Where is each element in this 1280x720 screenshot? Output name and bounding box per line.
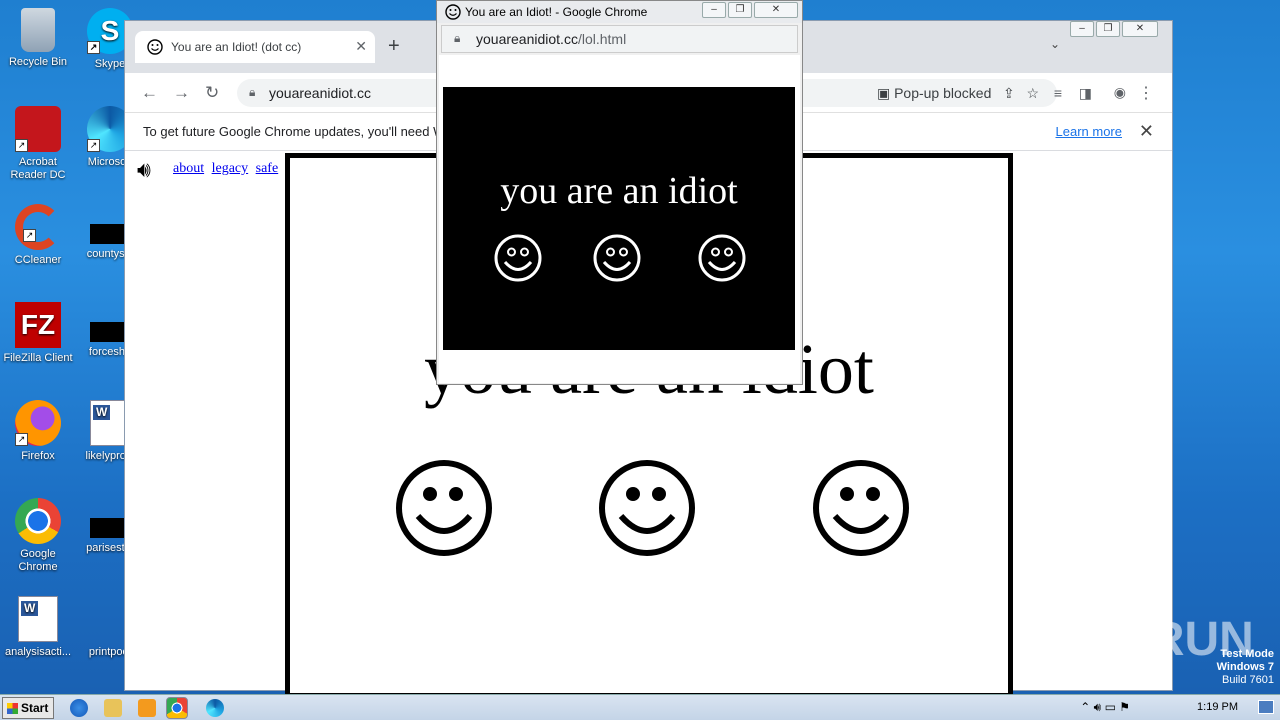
smiley-favicon-icon [147,39,163,55]
tab-close-icon[interactable]: ✕ [355,38,367,55]
media-player-icon[interactable] [138,699,156,717]
popup-idiot-text: you are an idiot [500,170,738,212]
smiley-icon [593,234,641,282]
watermark-line: Windows 7 [1216,661,1274,673]
side-panel-icon[interactable]: ◨ [1079,85,1092,102]
firefox-icon: ↗ [15,400,61,446]
lock-icon: 🔒︎ [454,31,461,45]
address-url: youareanidiot.cc [269,85,371,101]
legacy-link[interactable]: legacy [212,161,249,176]
explorer-folder-icon[interactable] [104,699,122,717]
popup-page: you are an idiot [439,55,800,383]
popup-maximize-button[interactable]: ❐ [728,2,752,18]
tab-youareanidiot[interactable]: You are an Idiot! (dot cc) ✕ [135,31,375,63]
reload-icon[interactable]: ↻ [205,83,219,103]
desktop-icon-label: Acrobat Reader DC [10,156,66,181]
show-desktop-button[interactable] [1258,700,1274,714]
smiley-icon [396,460,492,556]
desktop-icon-label: CCleaner [14,254,62,266]
popup-blocked-indicator[interactable]: ▣ Pop-up blocked ⇪ ☆ [877,85,1039,102]
infobar-close-icon[interactable]: ✕ [1139,121,1154,142]
lock-icon: 🔒︎ [249,85,256,99]
popup-title: You are an Idiot! - Google Chrome [465,5,648,19]
minimize-button[interactable]: – [1070,21,1094,37]
speaker-icon[interactable]: 🔊︎ [137,157,151,183]
desktop-icon-label: Skype [94,58,126,70]
close-window-button[interactable]: ✕ [1122,21,1158,37]
windows-logo-icon [7,703,18,714]
chrome-icon [15,498,61,544]
smiley-icon [813,460,909,556]
clock[interactable]: 1:19 PM [1197,701,1238,713]
desktop-icon-recycle-bin[interactable]: Recycle Bin [0,8,76,69]
popup-blocked-label: Pop-up blocked [894,85,992,101]
popup-minimize-button[interactable]: – [702,2,726,18]
forward-arrow-icon[interactable]: → [173,83,190,103]
desktop-icon-label: Firefox [21,450,55,462]
start-label: Start [21,701,49,715]
smiley-icon [599,460,695,556]
desktop-icon-label: FileZilla Client [3,352,73,364]
test-mode-watermark: Test Mode Windows 7 Build 7601 [1217,648,1274,687]
acrobat-icon: ↗ [15,106,61,152]
filezilla-icon: FZ [15,302,61,348]
tab-search-chevron-down-icon[interactable]: ⌄ [1050,37,1060,51]
safe-link[interactable]: safe [256,161,279,176]
edge-taskbar-icon[interactable] [206,699,224,717]
media-control-icon[interactable]: ≡ [1054,85,1062,101]
profile-avatar-icon[interactable]: ◉ [1114,84,1126,101]
desktop-icon-acrobat[interactable]: ↗ Acrobat Reader DC [0,106,76,182]
popup-address-bar[interactable]: 🔒︎ youareanidiot.cc/lol.html [441,25,798,53]
popup-close-button[interactable]: ✕ [754,2,798,18]
chrome-taskbar-icon[interactable] [166,697,188,719]
popup-url-path: /lol.html [577,31,627,47]
smiley-favicon-icon [445,4,461,20]
word-document-icon: W [18,596,58,642]
maximize-button[interactable]: ❐ [1096,21,1120,37]
desktop-icon-analysis[interactable]: W analysisacti... [0,596,76,659]
popup-black-panel: you are an idiot [443,87,795,350]
smiley-icon [494,234,542,282]
menu-kebab-icon[interactable]: ⋮ [1138,83,1154,103]
popup-window-controls: – ❐ ✕ [702,2,798,18]
desktop-icon-label: analysisacti... [4,646,72,658]
new-tab-button[interactable]: + [388,35,400,58]
watermark-line: Build 7601 [1222,674,1274,686]
desktop-icon-label: Recycle Bin [8,56,68,68]
desktop-icon-filezilla[interactable]: FZ FileZilla Client [0,302,76,365]
window-controls: – ❐ ✕ [1070,21,1158,37]
watermark-line: Test Mode [1220,648,1274,660]
start-button[interactable]: Start [2,697,54,719]
popup-url-host: youareanidiot.cc [476,31,578,47]
page-links: about legacy safe [173,161,282,177]
tray-icons[interactable]: ⌃ 🔊︎ ▭ ⚑ [1080,700,1130,715]
desktop-icon-ccleaner[interactable]: ↗ CCleaner [0,204,76,267]
popup-window: You are an Idiot! - Google Chrome – ❐ ✕ … [436,0,803,385]
ccleaner-icon: ↗ [15,204,61,250]
smiley-icon [698,234,746,282]
about-link[interactable]: about [173,161,204,176]
desktop-icon-chrome[interactable]: Google Chrome [0,498,76,574]
desktop-icon-label: Google Chrome [18,548,58,573]
desktop-icon-firefox[interactable]: ↗ Firefox [0,400,76,463]
infobar-message: To get future Google Chrome updates, you… [143,124,446,139]
back-arrow-icon[interactable]: ← [141,83,158,103]
tab-title: You are an Idiot! (dot cc) [171,40,302,54]
ie-icon[interactable] [70,699,88,717]
taskbar: Start ⌃ 🔊︎ ▭ ⚑ 1:19 PM [0,694,1280,720]
learn-more-link[interactable]: Learn more [1056,124,1122,139]
recycle-bin-icon [21,8,55,52]
popup-titlebar: You are an Idiot! - Google Chrome – ❐ ✕ [437,1,802,23]
